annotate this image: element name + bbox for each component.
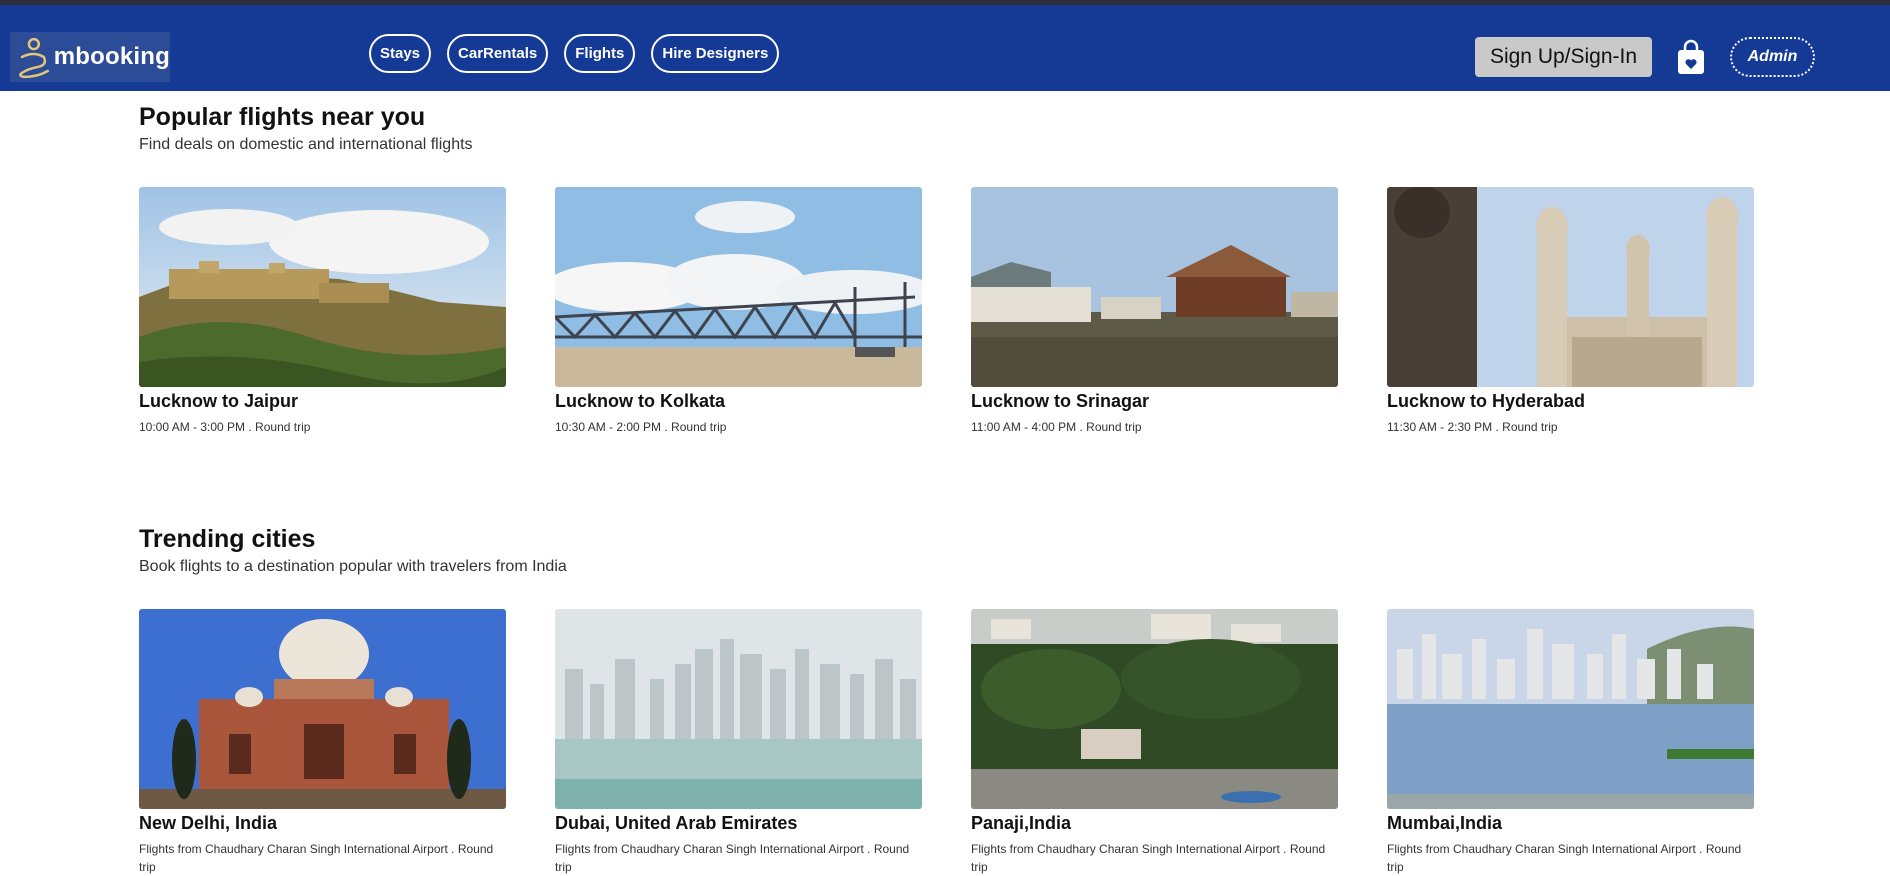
card-description: 11:30 AM - 2:30 PM . Round trip (1387, 420, 1558, 434)
card-title: Lucknow to Srinagar (971, 391, 1150, 411)
card-title: Mumbai,India (1387, 813, 1503, 833)
header: mbooking Stays CarRentals Flights Hire D… (0, 5, 1890, 91)
card-title: Panaji,India (971, 813, 1072, 833)
card-description: Flights from Chaudhary Charan Singh Inte… (139, 842, 494, 874)
card-description: Flights from Chaudhary Charan Singh Inte… (555, 842, 910, 874)
yoga-logo-icon (19, 37, 50, 79)
nav-stays-button[interactable]: Stays (369, 34, 432, 73)
dal-lake-houseboat-image (971, 187, 1338, 387)
flight-card-kolkata[interactable]: Lucknow to Kolkata 10:30 AM - 2:00 PM . … (555, 187, 922, 436)
howrah-bridge-image (555, 187, 922, 387)
card-title: Lucknow to Jaipur (139, 391, 299, 411)
humayun-tomb-image (139, 609, 506, 809)
flight-card-srinagar[interactable]: Lucknow to Srinagar 11:00 AM - 4:00 PM .… (971, 187, 1338, 436)
card-description: Flights from Chaudhary Charan Singh Inte… (971, 842, 1326, 874)
flight-card-hyderabad[interactable]: Lucknow to Hyderabad 11:30 AM - 2:30 PM … (1387, 187, 1754, 436)
dubai-skyline-image (555, 609, 922, 809)
city-card-panaji[interactable]: Panaji,India Flights from Chaudhary Char… (971, 609, 1338, 876)
logo-text: mbooking (53, 43, 170, 70)
charminar-image (1387, 187, 1754, 387)
panaji-coast-image (971, 609, 1338, 809)
popular-section-title: Popular flights near you (139, 103, 426, 131)
card-title: Lucknow to Hyderabad (1387, 391, 1586, 411)
logo[interactable]: mbooking (10, 32, 170, 82)
signup-signin-button[interactable]: Sign Up/Sign-In (1475, 37, 1652, 77)
card-description: Flights from Chaudhary Charan Singh Inte… (1387, 842, 1742, 874)
main-nav: Stays CarRentals Flights Hire Designers (369, 34, 795, 73)
card-title: Lucknow to Kolkata (555, 391, 726, 411)
trending-section-title: Trending cities (139, 525, 316, 553)
shopping-bag-icon[interactable] (1676, 39, 1706, 75)
city-card-dubai[interactable]: Dubai, United Arab Emirates Flights from… (555, 609, 922, 876)
card-title: Dubai, United Arab Emirates (555, 813, 798, 833)
card-description: 10:00 AM - 3:00 PM . Round trip (139, 420, 311, 434)
nav-carrentals-button[interactable]: CarRentals (447, 34, 549, 73)
card-description: 10:30 AM - 2:00 PM . Round trip (555, 420, 727, 434)
nav-hire-designers-button[interactable]: Hire Designers (651, 34, 780, 73)
popular-section-subtitle: Find deals on domestic and international… (139, 136, 473, 153)
city-card-mumbai[interactable]: Mumbai,India Flights from Chaudhary Char… (1387, 609, 1754, 876)
card-title: New Delhi, India (139, 813, 278, 833)
flight-card-jaipur[interactable]: Lucknow to Jaipur 10:00 AM - 3:00 PM . R… (139, 187, 506, 436)
admin-button[interactable]: Admin (1730, 37, 1815, 77)
city-card-new-delhi[interactable]: New Delhi, India Flights from Chaudhary … (139, 609, 506, 876)
card-description: 11:00 AM - 4:00 PM . Round trip (971, 420, 1142, 434)
mumbai-skyline-image (1387, 609, 1754, 809)
nav-flights-button[interactable]: Flights (564, 34, 636, 73)
amber-fort-image (139, 187, 506, 387)
trending-section-subtitle: Book flights to a destination popular wi… (139, 558, 567, 575)
